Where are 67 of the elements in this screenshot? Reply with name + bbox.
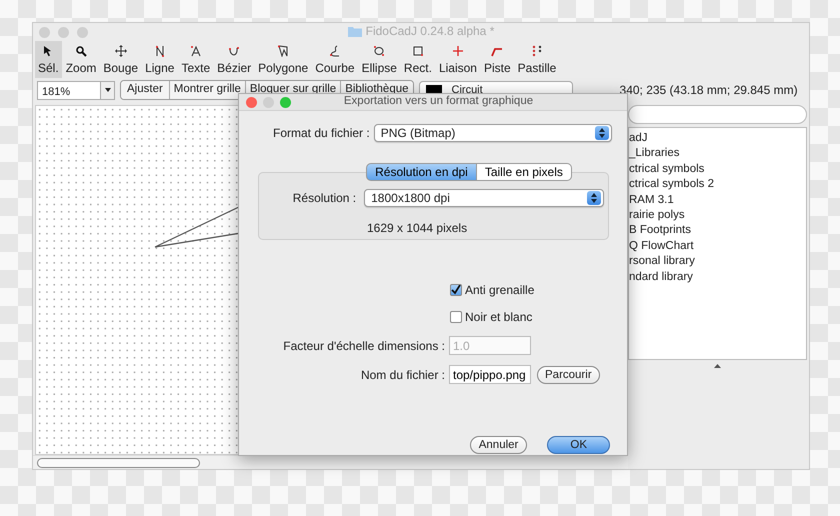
file-name-field[interactable]: top/pippo.png bbox=[449, 365, 531, 384]
tool-button[interactable]: Courbe bbox=[312, 41, 358, 78]
format-label: Format du fichier : bbox=[273, 125, 370, 142]
library-item[interactable]: _Libraries bbox=[629, 146, 806, 162]
window-control[interactable] bbox=[280, 96, 291, 108]
scrollbar-thumb[interactable] bbox=[37, 458, 200, 468]
ellipse-icon bbox=[373, 45, 386, 57]
browse-button[interactable]: Parcourir bbox=[537, 366, 600, 384]
file-name-label: Nom du fichier : bbox=[360, 366, 445, 384]
tab[interactable]: Taille en pixels bbox=[476, 163, 572, 181]
window-control[interactable] bbox=[246, 96, 257, 108]
pixel-size-text: 1629 x 1044 pixels bbox=[367, 220, 468, 237]
tool-button[interactable]: Liaison bbox=[436, 41, 480, 78]
library-item[interactable]: ctrical symbols 2 bbox=[629, 177, 806, 193]
curve-icon bbox=[328, 45, 341, 57]
folder-icon bbox=[348, 26, 362, 37]
track-icon bbox=[491, 45, 504, 57]
toolbar-button[interactable]: Montrer grille bbox=[168, 81, 245, 99]
cancel-button[interactable]: Annuler bbox=[470, 436, 528, 454]
tool-button[interactable]: Ligne bbox=[142, 41, 178, 78]
window-control[interactable] bbox=[39, 26, 50, 38]
zoom-combo[interactable]: 181% bbox=[37, 80, 115, 100]
move-icon bbox=[114, 45, 127, 57]
search-field[interactable] bbox=[628, 105, 807, 124]
window-control[interactable] bbox=[58, 26, 69, 38]
window-control[interactable] bbox=[77, 26, 88, 38]
library-item[interactable]: ndard library bbox=[629, 270, 806, 286]
library-item[interactable]: adJ bbox=[629, 131, 806, 146]
scale-label: Facteur d'échelle dimensions : bbox=[282, 338, 445, 354]
tool-button[interactable]: Polygone bbox=[255, 41, 312, 78]
line-icon bbox=[154, 45, 166, 57]
tool-button[interactable]: Piste bbox=[480, 41, 514, 78]
stepper-arrows-icon bbox=[591, 193, 597, 203]
tool-button[interactable]: Bouge bbox=[100, 41, 142, 78]
dropdown-arrow-icon bbox=[104, 88, 110, 92]
library-item[interactable]: RAM 3.1 bbox=[629, 192, 806, 208]
pad-icon bbox=[531, 45, 543, 57]
ok-button[interactable]: OK bbox=[547, 436, 610, 454]
polygon-icon bbox=[277, 45, 290, 57]
checkbox-option[interactable]: Anti grenaille bbox=[450, 281, 627, 299]
toolbar-button[interactable]: Ajuster bbox=[121, 81, 169, 99]
window-title: FidoCadJ 0.24.8 alpha * bbox=[366, 23, 494, 40]
text-tool-icon bbox=[190, 45, 202, 57]
checkbox-option[interactable]: Noir et blanc bbox=[450, 308, 627, 326]
tool-button[interactable]: Pastille bbox=[514, 41, 560, 78]
plus-icon bbox=[452, 45, 464, 57]
tool-button[interactable]: Zoom bbox=[62, 41, 100, 78]
resolution-label: Résolution : bbox=[292, 190, 356, 207]
library-item[interactable]: rsonal library bbox=[629, 254, 806, 270]
checkmark-icon bbox=[451, 285, 461, 295]
tool-button[interactable]: Ellipse bbox=[358, 41, 400, 78]
tab[interactable]: Résolution en dpi bbox=[366, 163, 477, 181]
tool-button[interactable]: Texte bbox=[178, 41, 214, 78]
tool-button[interactable]: Sél. bbox=[35, 41, 62, 78]
library-item[interactable]: B Footprints bbox=[629, 223, 806, 239]
magnifier-icon bbox=[75, 45, 88, 57]
resolution-select[interactable]: 1800x1800 dpi bbox=[364, 189, 604, 207]
tool-button[interactable]: Rect. bbox=[400, 41, 435, 78]
rectangle-icon bbox=[412, 45, 424, 57]
stepper-arrows-icon bbox=[598, 128, 605, 138]
curve-icon bbox=[228, 45, 240, 57]
collapse-arrow-icon bbox=[714, 364, 721, 368]
tool-button[interactable]: Bézier bbox=[214, 41, 254, 78]
format-select[interactable]: PNG (Bitmap) bbox=[374, 124, 612, 142]
library-item[interactable]: rairie polys bbox=[629, 208, 806, 224]
library-item[interactable]: Q FlowChart bbox=[629, 238, 806, 254]
library-item[interactable]: ctrical symbols bbox=[629, 162, 806, 178]
